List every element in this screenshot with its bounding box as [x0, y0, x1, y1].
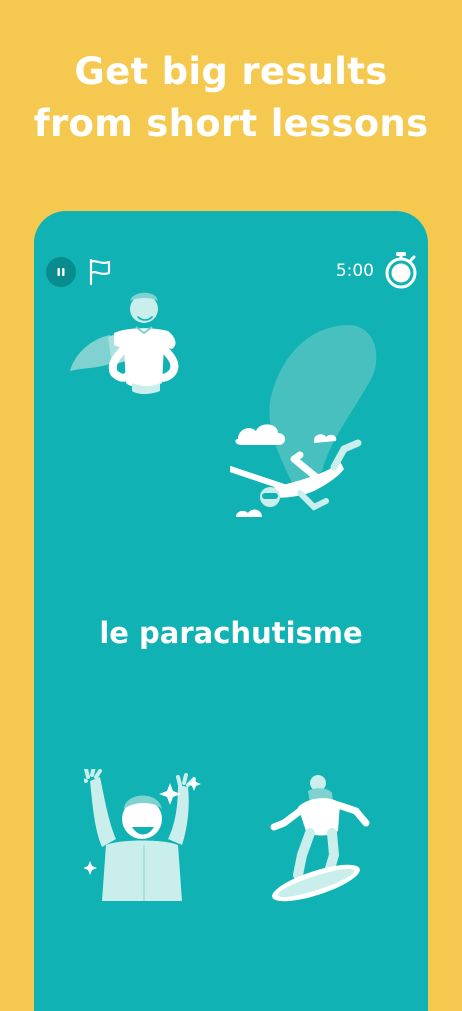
option-cheering-illustration[interactable] — [84, 769, 204, 909]
headline-line-2: from short lessons — [33, 102, 429, 145]
lesson-screen: 5:00 le parachutisme — [34, 211, 428, 1011]
lesson-timer: 5:00 — [335, 261, 374, 281]
prompt-word: le parachutisme — [99, 616, 363, 650]
option-superhero-illustration[interactable] — [68, 287, 198, 399]
option-skydiver-illustration[interactable] — [230, 321, 390, 527]
marketing-headline: Get big results from short lessons — [0, 46, 462, 150]
option-snowboarder-illustration[interactable] — [268, 771, 378, 911]
pause-icon — [57, 268, 65, 276]
stopwatch-icon — [385, 252, 417, 289]
pause-button[interactable] — [46, 257, 76, 287]
headline-line-1: Get big results — [74, 50, 388, 93]
flag-icon[interactable] — [88, 258, 112, 286]
